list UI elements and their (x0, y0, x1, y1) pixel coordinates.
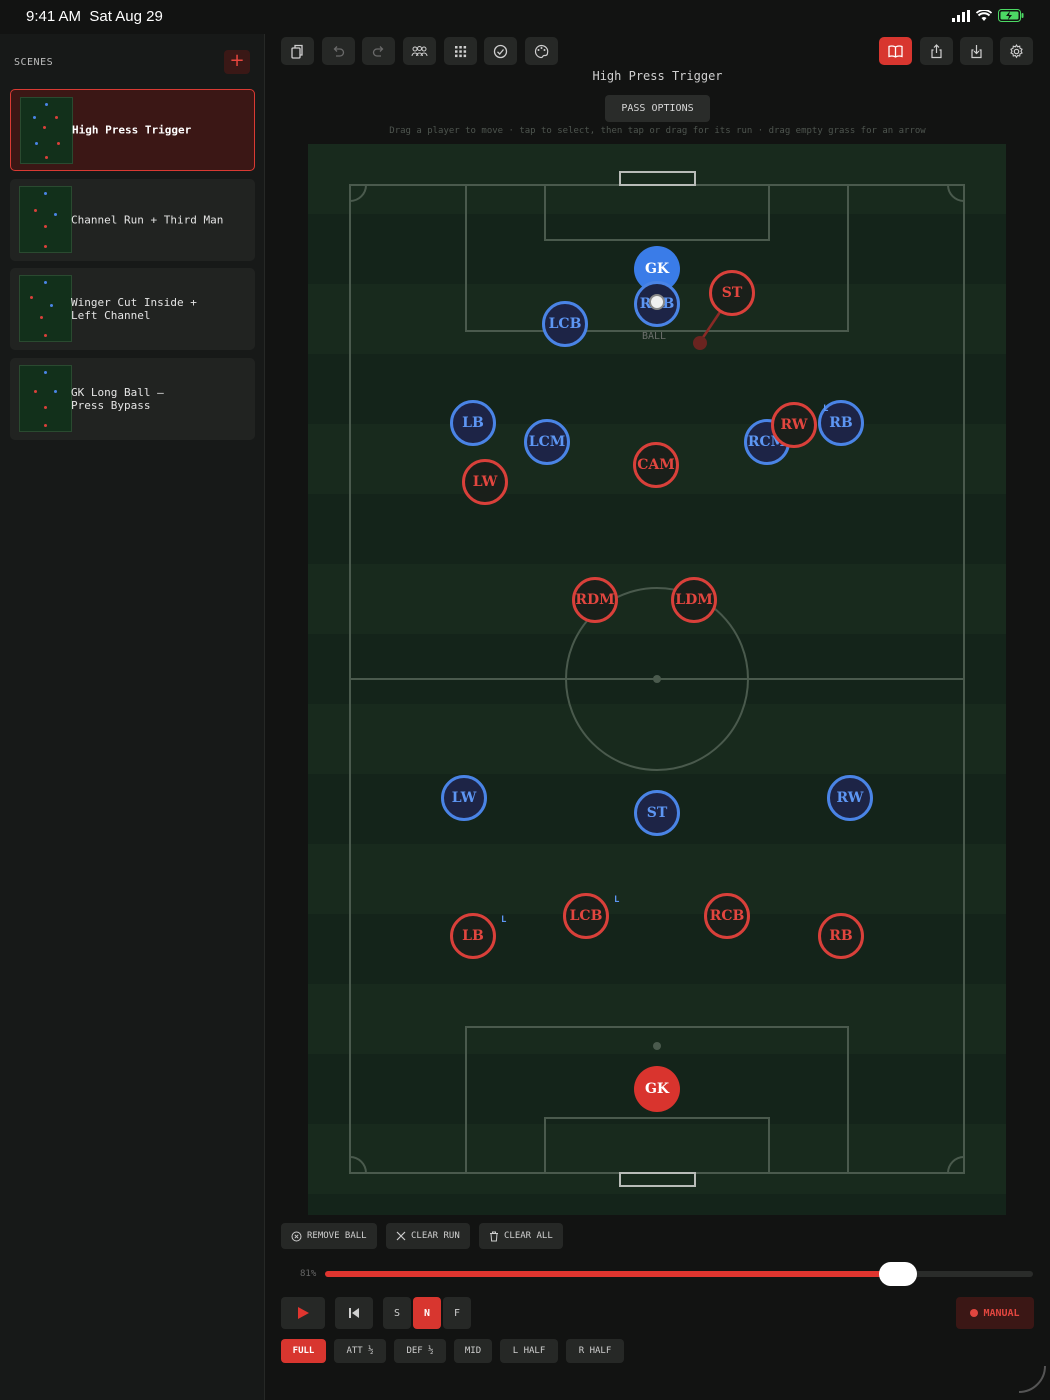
check-icon (493, 44, 508, 58)
speed-percent: 81% (300, 1269, 317, 1279)
status-time: 9:41 AM Sat Aug 29 (26, 8, 163, 25)
undo-icon (333, 45, 345, 57)
undo-button[interactable] (322, 37, 355, 65)
manual-mode-toggle[interactable]: MANUAL (956, 1297, 1034, 1329)
book-icon (888, 44, 903, 58)
trash-icon (490, 1231, 498, 1241)
player-blue-st[interactable]: ST (634, 790, 680, 836)
zone-full[interactable]: FULL (281, 1339, 326, 1363)
record-dot-icon (970, 1309, 979, 1317)
speed-fast-button[interactable]: F (443, 1297, 471, 1329)
ball[interactable] (649, 294, 665, 310)
playbook-button[interactable] (879, 37, 912, 65)
wifi-icon (976, 9, 992, 21)
player-red-rw[interactable]: RW (771, 402, 817, 448)
player-red-st[interactable]: ST (709, 270, 755, 316)
scene-title: Winger Cut Inside + Left Channel (71, 296, 197, 322)
download-button[interactable] (960, 37, 993, 65)
settings-icon (1010, 43, 1023, 58)
player-blue-rw[interactable]: RW (827, 775, 873, 821)
zone-def-half[interactable]: DEF ½ (394, 1339, 446, 1363)
ball-label: BALL (642, 331, 667, 342)
pitch[interactable]: GK RCB LCB LB LCM RCM RB LW ST RW BALL S… (308, 144, 1006, 1215)
player-red-ldm[interactable]: LDM (671, 577, 717, 623)
clear-all-button[interactable]: CLEAR ALL (479, 1223, 563, 1249)
download-icon (971, 44, 982, 58)
redo-button[interactable] (362, 37, 395, 65)
player-tag: L (614, 895, 620, 905)
pass-options-button[interactable]: PASS OPTIONS (605, 95, 710, 122)
player-red-rcb[interactable]: RCB (704, 893, 750, 939)
scene-title: Channel Run + Third Man (71, 213, 224, 227)
remove-ball-button[interactable]: REMOVE BALL (281, 1223, 377, 1249)
player-red-cam[interactable]: CAM (633, 442, 679, 488)
play-button[interactable] (281, 1297, 325, 1329)
speed-normal-button[interactable]: N (413, 1297, 441, 1329)
scene-item-gk-long-ball[interactable]: GK Long Ball — Press Bypass (10, 358, 255, 440)
share-button[interactable] (920, 37, 953, 65)
formation-grid-button[interactable] (444, 37, 477, 65)
scene-item-winger-cut[interactable]: Winger Cut Inside + Left Channel (10, 268, 255, 350)
scene-title-heading: High Press Trigger (592, 69, 723, 83)
scene-thumbnail (19, 365, 72, 432)
player-blue-lcm[interactable]: LCM (524, 419, 570, 465)
signal-icon (952, 9, 970, 22)
player-red-rdm[interactable]: RDM (572, 577, 618, 623)
player-red-gk[interactable]: GK (634, 1066, 680, 1112)
redo-icon (372, 45, 384, 57)
check-button[interactable] (484, 37, 517, 65)
players-button[interactable] (403, 37, 436, 65)
player-blue-lw[interactable]: LW (441, 775, 487, 821)
player-red-lb[interactable]: LB (450, 913, 496, 959)
scenes-sidebar: SCENES + High Press Trigger Channel Run … (0, 34, 265, 1400)
scene-title: High Press Trigger (72, 123, 192, 137)
scene-item-channel-run[interactable]: Channel Run + Third Man (10, 179, 255, 261)
zone-r-half[interactable]: R HALF (566, 1339, 624, 1363)
settings-button[interactable] (1000, 37, 1033, 65)
close-icon (396, 1231, 406, 1241)
speed-slider-knob[interactable] (879, 1262, 918, 1286)
player-blue-lb[interactable]: LB (450, 400, 496, 446)
player-red-lcb[interactable]: LCB (563, 893, 609, 939)
add-scene-button[interactable]: + (224, 50, 250, 74)
scene-thumbnail (20, 97, 73, 164)
scene-thumbnail (19, 186, 72, 253)
player-tag: L (823, 404, 829, 414)
zone-mid[interactable]: MID (454, 1339, 492, 1363)
zone-att-half[interactable]: ATT ½ (334, 1339, 386, 1363)
scenes-header: SCENES (14, 57, 54, 68)
system-indicators (952, 9, 1024, 22)
speed-slider[interactable] (325, 1262, 1033, 1286)
speed-slider-fill (325, 1271, 899, 1277)
resize-handle-icon[interactable] (1017, 1364, 1047, 1394)
share-icon (931, 43, 942, 58)
instruction-hint: Drag a player to move · tap to select, t… (389, 126, 926, 136)
speed-slow-button[interactable]: S (383, 1297, 411, 1329)
player-tag: L (501, 915, 507, 925)
close-circle-icon (291, 1231, 302, 1241)
scene-title: GK Long Ball — Press Bypass (71, 386, 164, 412)
player-red-lw[interactable]: LW (462, 459, 508, 505)
players-icon (411, 45, 428, 56)
palette-button[interactable] (525, 37, 558, 65)
palette-icon (534, 44, 549, 58)
player-red-rb[interactable]: RB (818, 913, 864, 959)
player-blue-lcb[interactable]: LCB (542, 301, 588, 347)
battery-icon (998, 9, 1024, 22)
restart-button[interactable] (335, 1297, 373, 1329)
grid-icon (455, 45, 467, 57)
zone-l-half[interactable]: L HALF (500, 1339, 558, 1363)
copy-button[interactable] (281, 37, 314, 65)
play-icon (298, 1307, 309, 1319)
status-bar: 9:41 AM Sat Aug 29 (0, 0, 1050, 34)
skip-back-icon (349, 1308, 359, 1318)
scene-item-high-press[interactable]: High Press Trigger (10, 89, 255, 171)
board-main: High Press Trigger PASS OPTIONS Drag a p… (265, 34, 1050, 1400)
scene-thumbnail (19, 275, 72, 342)
copy-icon (291, 44, 303, 59)
clear-run-button[interactable]: CLEAR RUN (386, 1223, 470, 1249)
